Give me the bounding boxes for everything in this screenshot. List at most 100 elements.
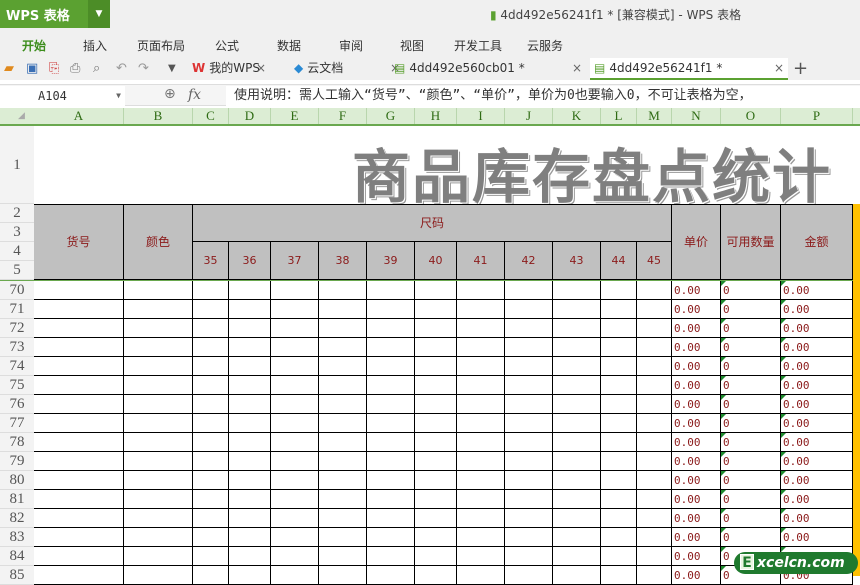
- row-header-4[interactable]: 4: [0, 242, 34, 261]
- cell-amount[interactable]: 0.00: [781, 376, 853, 395]
- cell-available-qty[interactable]: 0: [721, 338, 781, 357]
- cell-unit-price[interactable]: 0.00: [672, 376, 721, 395]
- cell[interactable]: [553, 376, 601, 395]
- cell[interactable]: [193, 452, 229, 471]
- cell[interactable]: [637, 357, 672, 376]
- column-header-J[interactable]: J: [505, 108, 553, 124]
- cell-amount[interactable]: 0.00: [781, 281, 853, 300]
- cell-unit-price[interactable]: 0.00: [672, 452, 721, 471]
- cell[interactable]: [601, 319, 637, 338]
- cell[interactable]: [505, 414, 553, 433]
- cell[interactable]: [34, 547, 124, 566]
- cell[interactable]: [601, 338, 637, 357]
- cell[interactable]: [319, 300, 367, 319]
- cell[interactable]: [415, 471, 457, 490]
- column-header-M[interactable]: M: [637, 108, 672, 124]
- cell-available-qty[interactable]: 0: [721, 319, 781, 338]
- cell[interactable]: [271, 452, 319, 471]
- menu-4[interactable]: 数据: [277, 37, 301, 54]
- cell[interactable]: [271, 471, 319, 490]
- cell[interactable]: [229, 281, 271, 300]
- cell-unit-price[interactable]: 0.00: [672, 414, 721, 433]
- more-dropdown-icon[interactable]: ▼: [168, 63, 176, 74]
- cell[interactable]: [34, 433, 124, 452]
- cell[interactable]: [601, 376, 637, 395]
- cell[interactable]: [367, 319, 415, 338]
- cell[interactable]: [601, 414, 637, 433]
- cell[interactable]: [553, 547, 601, 566]
- cell[interactable]: [319, 509, 367, 528]
- cell[interactable]: [367, 452, 415, 471]
- cell[interactable]: [457, 281, 505, 300]
- cell-available-qty[interactable]: 0: [721, 433, 781, 452]
- cell[interactable]: [457, 414, 505, 433]
- cell[interactable]: [229, 547, 271, 566]
- cell[interactable]: [601, 547, 637, 566]
- close-icon[interactable]: ×: [572, 58, 582, 78]
- column-header-C[interactable]: C: [193, 108, 229, 124]
- cell[interactable]: [553, 528, 601, 547]
- cell[interactable]: [505, 433, 553, 452]
- cell[interactable]: [457, 547, 505, 566]
- cell[interactable]: [367, 490, 415, 509]
- cell[interactable]: [637, 528, 672, 547]
- close-icon[interactable]: ×: [256, 58, 266, 78]
- cell[interactable]: [457, 338, 505, 357]
- formula-input[interactable]: 使用说明：需人工输入“货号”、“颜色”、“单价”，单价为0也要输入0，不可让表格…: [226, 86, 860, 106]
- cell[interactable]: [601, 509, 637, 528]
- header-color[interactable]: 颜色: [124, 205, 193, 280]
- cell[interactable]: [193, 300, 229, 319]
- column-header-N[interactable]: N: [672, 108, 721, 124]
- cell[interactable]: [367, 395, 415, 414]
- column-header-E[interactable]: E: [271, 108, 319, 124]
- cell-available-qty[interactable]: 0: [721, 509, 781, 528]
- cell-available-qty[interactable]: 0: [721, 395, 781, 414]
- cell[interactable]: [34, 338, 124, 357]
- cell[interactable]: [229, 300, 271, 319]
- cell[interactable]: [415, 414, 457, 433]
- cell[interactable]: [271, 490, 319, 509]
- cell[interactable]: [229, 414, 271, 433]
- cell-available-qty[interactable]: 0: [721, 281, 781, 300]
- cell[interactable]: [193, 490, 229, 509]
- cell[interactable]: [229, 509, 271, 528]
- cell[interactable]: [415, 300, 457, 319]
- cell[interactable]: [637, 433, 672, 452]
- cell-available-qty[interactable]: 0: [721, 414, 781, 433]
- cell[interactable]: [637, 281, 672, 300]
- cell[interactable]: [34, 452, 124, 471]
- cell[interactable]: [124, 281, 193, 300]
- menu-2[interactable]: 页面布局: [137, 37, 185, 54]
- cell[interactable]: [271, 547, 319, 566]
- cell[interactable]: [553, 395, 601, 414]
- cell[interactable]: [229, 452, 271, 471]
- cell[interactable]: [319, 433, 367, 452]
- cell[interactable]: [601, 490, 637, 509]
- cell[interactable]: [367, 300, 415, 319]
- header-size-39[interactable]: 39: [367, 242, 415, 280]
- cell[interactable]: [271, 433, 319, 452]
- cell[interactable]: [415, 528, 457, 547]
- name-box[interactable]: A104 ▼: [0, 86, 125, 106]
- cell-amount[interactable]: 0.00: [781, 395, 853, 414]
- cell[interactable]: [637, 471, 672, 490]
- cell-unit-price[interactable]: 0.00: [672, 300, 721, 319]
- cell[interactable]: [124, 357, 193, 376]
- menu-1[interactable]: 插入: [83, 37, 107, 54]
- cell-amount[interactable]: 0.00: [781, 528, 853, 547]
- cell[interactable]: [457, 509, 505, 528]
- cell-amount[interactable]: 0.00: [781, 490, 853, 509]
- cell[interactable]: [319, 281, 367, 300]
- cell-available-qty[interactable]: 0: [721, 528, 781, 547]
- cell[interactable]: [457, 452, 505, 471]
- zoom-formula-icon[interactable]: ⊕: [164, 86, 176, 102]
- cell[interactable]: [229, 338, 271, 357]
- cell-unit-price[interactable]: 0.00: [672, 338, 721, 357]
- row-header-77[interactable]: 77: [0, 414, 34, 433]
- cell[interactable]: [367, 509, 415, 528]
- cell-unit-price[interactable]: 0.00: [672, 395, 721, 414]
- cell-amount[interactable]: 0.00: [781, 338, 853, 357]
- cell[interactable]: [319, 490, 367, 509]
- cell[interactable]: [271, 509, 319, 528]
- cell[interactable]: [601, 471, 637, 490]
